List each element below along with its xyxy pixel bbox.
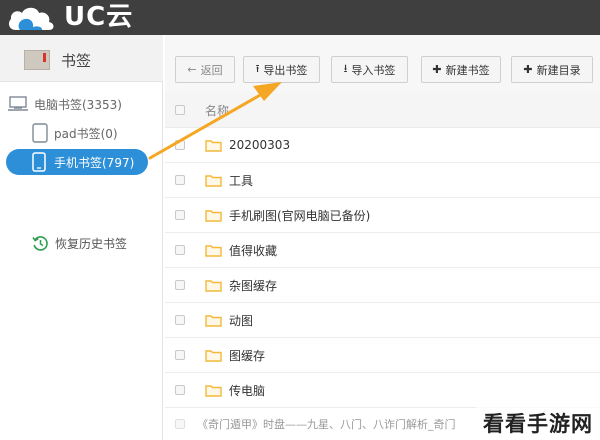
sidebar: 书签 电脑书签(3353) pad书签(0) 手机书签(797) 恢复历史书签 (0, 35, 163, 440)
sidebar-item-label: 手机书签(797) (54, 155, 135, 170)
sidebar-item-pad-bookmarks[interactable]: pad书签(0) (32, 120, 118, 146)
row-checkbox[interactable] (175, 245, 185, 255)
export-bookmarks-button[interactable]: ⭱ 导出书签 (243, 56, 320, 83)
row-checkbox[interactable] (175, 350, 185, 360)
export-icon: ⭱ (255, 62, 260, 75)
folder-icon (205, 314, 222, 327)
history-icon (32, 236, 48, 251)
folder-icon (205, 244, 222, 257)
list-item-name: 值得收藏 (229, 243, 278, 258)
list-item-name: 杂图缓存 (229, 278, 278, 293)
plus-icon: ✚ (523, 63, 533, 76)
back-label: 返回 (200, 63, 223, 77)
restore-history-label: 恢复历史书签 (55, 237, 128, 251)
list-item-name: 动图 (229, 313, 254, 328)
sidebar-header: 书签 (0, 35, 163, 82)
new-folder-button[interactable]: ✚ 新建目录 (511, 56, 593, 83)
new-bookmark-button[interactable]: ✚ 新建书签 (421, 56, 501, 83)
select-all-checkbox[interactable] (175, 105, 185, 115)
restore-history-link[interactable]: 恢复历史书签 (32, 235, 127, 252)
list-item[interactable]: 杂图缓存 (165, 268, 600, 303)
list-header: 名称 (165, 93, 600, 128)
row-checkbox[interactable] (175, 280, 185, 290)
folder-icon (205, 209, 222, 222)
list-item-name: 手机刷图(官网电脑已备份) (229, 208, 371, 223)
cloud-icon (8, 7, 54, 30)
sidebar-item-phone-bookmarks[interactable]: 手机书签(797) (6, 149, 148, 175)
uc-cloud-logo[interactable]: UC云 (6, 2, 133, 33)
toolbar: ← 返回 ⭱ 导出书签 ⭳ 导入书签 ✚ 新建书签 ✚ 新建目录 (165, 35, 600, 93)
list-item-name: 工具 (229, 173, 254, 188)
new-bookmark-label: 新建书签 (445, 63, 490, 77)
row-checkbox[interactable] (175, 419, 185, 429)
list-item-name: 《奇门遁甲》时盘——九星、八门、八诈门解析_奇门 (197, 418, 456, 431)
row-checkbox[interactable] (175, 210, 185, 220)
folder-icon (205, 174, 222, 187)
sidebar-item-label: 电脑书签(3353) (34, 97, 122, 112)
import-icon: ⭳ (343, 62, 348, 75)
folder-icon (205, 279, 222, 292)
sidebar-item-computer-bookmarks[interactable]: 电脑书签(3353) (8, 91, 122, 117)
list-item[interactable]: 工具 (165, 163, 600, 198)
import-bookmarks-button[interactable]: ⭳ 导入书签 (331, 56, 408, 83)
back-button[interactable]: ← 返回 (175, 56, 235, 83)
list-item[interactable]: 动图 (165, 303, 600, 338)
export-label: 导出书签 (263, 63, 308, 77)
list-item[interactable]: 图缓存 (165, 338, 600, 373)
list-item-name: 图缓存 (229, 348, 266, 363)
column-name-header: 名称 (205, 103, 230, 118)
watermark: 看看手游网 (476, 405, 600, 440)
folder-icon (205, 139, 222, 152)
list-item[interactable]: 值得收藏 (165, 233, 600, 268)
bookmark-icon (24, 50, 50, 70)
row-checkbox[interactable] (175, 315, 185, 325)
row-checkbox[interactable] (175, 140, 185, 150)
list-item-name: 20200303 (229, 138, 291, 152)
arrow-left-icon: ← (187, 63, 197, 76)
import-label: 导入书签 (351, 63, 396, 77)
plus-icon: ✚ (432, 63, 442, 76)
list-item-name: 传电脑 (229, 383, 266, 398)
row-checkbox[interactable] (175, 175, 185, 185)
logo-text: UC云 (64, 2, 134, 32)
list-item[interactable]: 20200303 (165, 128, 600, 163)
folder-icon (205, 384, 222, 397)
row-checkbox[interactable] (175, 385, 185, 395)
tablet-icon (32, 123, 48, 143)
phone-icon (32, 152, 46, 172)
list-item[interactable]: 传电脑 (165, 373, 600, 408)
list-item[interactable]: 手机刷图(官网电脑已备份) (165, 198, 600, 233)
new-folder-label: 新建目录 (536, 63, 581, 77)
bookmark-list: 名称 20200303 工具 手机刷图(官网电脑已备份) 值得收藏 杂图缓存 动… (165, 93, 600, 440)
top-bar: UC云 (0, 0, 600, 35)
folder-icon (205, 349, 222, 362)
monitor-icon (8, 96, 28, 111)
sidebar-title: 书签 (61, 52, 92, 70)
sidebar-item-label: pad书签(0) (54, 126, 118, 141)
